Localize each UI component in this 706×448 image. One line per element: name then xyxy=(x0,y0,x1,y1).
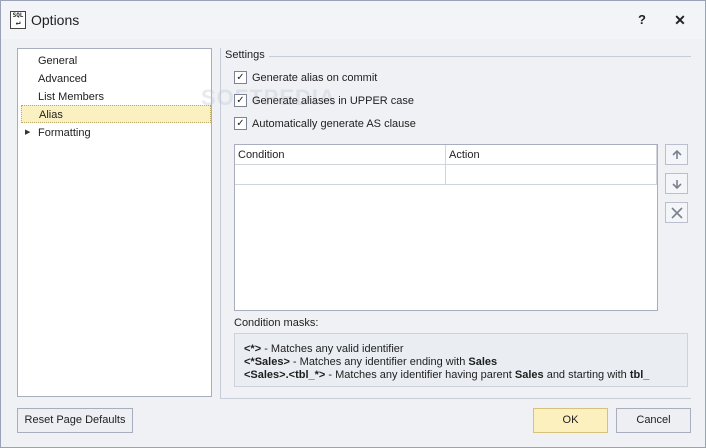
checkbox-label: Automatically generate AS clause xyxy=(252,118,416,130)
grid-row[interactable] xyxy=(235,165,657,185)
cancel-button[interactable]: Cancel xyxy=(616,408,691,433)
tree-item-label: Advanced xyxy=(38,73,87,85)
expand-arrow-icon[interactable]: ▶ xyxy=(25,124,30,142)
options-tree: General Advanced List Members Alias ▶ Fo… xyxy=(17,48,212,397)
tree-item-general[interactable]: General xyxy=(21,52,211,70)
tree-item-label: General xyxy=(38,55,78,67)
close-button[interactable]: ✕ xyxy=(670,11,690,29)
tree-item-formatting[interactable]: ▶ Formatting xyxy=(21,124,211,142)
move-down-button[interactable] xyxy=(665,173,688,194)
tree-item-alias[interactable]: Alias xyxy=(21,105,211,123)
grid-header: Condition Action xyxy=(235,145,657,165)
column-header-action[interactable]: Action xyxy=(446,145,657,165)
checkmark-icon[interactable]: ✓ xyxy=(234,117,247,130)
mask-description: and starting with xyxy=(543,369,630,381)
mask-description: - Matches any valid identifier xyxy=(261,343,404,355)
arrow-down-icon xyxy=(671,180,682,190)
column-header-condition[interactable]: Condition xyxy=(235,145,446,165)
mask-line: <*> - Matches any valid identifier xyxy=(244,343,404,355)
mask-description: - Matches any identifier ending with xyxy=(289,356,469,368)
tree-item-list-members[interactable]: List Members xyxy=(21,88,211,106)
footer-divider xyxy=(220,398,691,399)
mask-pattern: <Sales>.<tbl_*> xyxy=(244,369,326,381)
alias-rules-grid[interactable]: Condition Action xyxy=(234,144,658,311)
title-bar: SQL ↵ Options ? ✕ xyxy=(1,1,705,39)
mask-description: - Matches any identifier having parent xyxy=(325,369,515,381)
action-cell[interactable] xyxy=(446,165,657,184)
condition-cell[interactable] xyxy=(235,165,446,184)
checkmark-icon[interactable]: ✓ xyxy=(234,71,247,84)
condition-masks-label: Condition masks: xyxy=(234,317,319,329)
options-dialog: SQL ↵ Options ? ✕ General Advanced List … xyxy=(0,0,706,448)
mask-keyword: Sales xyxy=(468,356,498,368)
move-up-button[interactable] xyxy=(665,144,688,165)
condition-masks-panel: <*> - Matches any valid identifier <*Sal… xyxy=(234,333,688,387)
mask-keyword: Sales xyxy=(514,369,544,381)
reset-page-defaults-button[interactable]: Reset Page Defaults xyxy=(17,408,133,433)
ok-button[interactable]: OK xyxy=(533,408,608,433)
mask-pattern: <*> xyxy=(244,343,262,355)
tree-item-label: Alias xyxy=(39,109,63,121)
sql-app-icon: SQL ↵ xyxy=(10,11,26,29)
tree-item-advanced[interactable]: Advanced xyxy=(21,70,211,88)
settings-section-label: Settings xyxy=(225,49,265,61)
mask-line: <*Sales> - Matches any identifier ending… xyxy=(244,356,497,368)
settings-divider xyxy=(269,56,691,57)
checkbox-label: Generate alias on commit xyxy=(252,72,378,84)
window-title: Options xyxy=(31,12,80,28)
mask-keyword: tbl_ xyxy=(629,369,650,381)
tree-item-label: List Members xyxy=(38,91,105,103)
tree-item-label: Formatting xyxy=(38,127,91,139)
app-icon-arrow: ↵ xyxy=(15,18,21,27)
arrow-up-icon xyxy=(671,149,682,159)
mask-pattern: <*Sales> xyxy=(244,356,290,368)
help-button[interactable]: ? xyxy=(632,11,652,29)
checkmark-icon[interactable]: ✓ xyxy=(234,94,247,107)
mask-line: <Sales>.<tbl_*> - Matches any identifier… xyxy=(244,369,649,381)
delete-icon xyxy=(670,207,683,219)
delete-rule-button[interactable] xyxy=(665,202,688,223)
checkbox-label: Generate aliases in UPPER case xyxy=(252,95,415,107)
